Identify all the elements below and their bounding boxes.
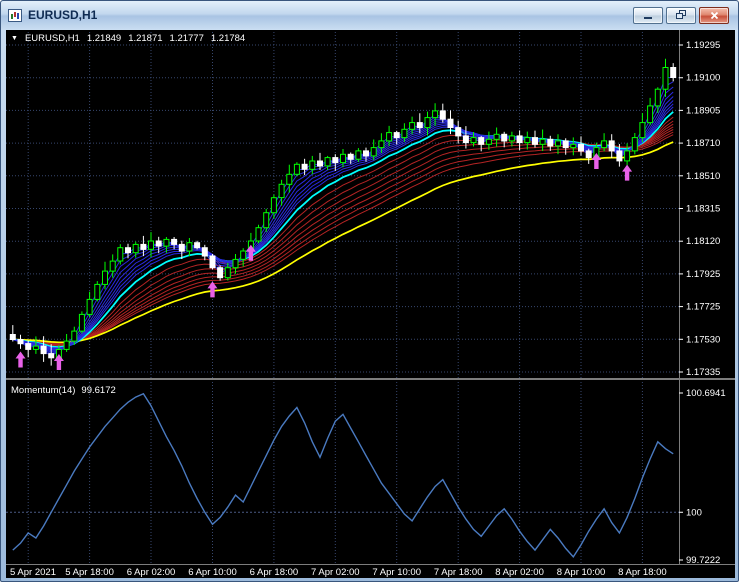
svg-text:1.19295: 1.19295 xyxy=(686,40,720,51)
momentum-name: Momentum(14) xyxy=(11,385,75,396)
svg-text:8 Apr 02:00: 8 Apr 02:00 xyxy=(495,567,544,578)
close-button[interactable] xyxy=(699,7,729,24)
restore-icon xyxy=(676,10,687,20)
svg-text:6 Apr 18:00: 6 Apr 18:00 xyxy=(250,567,299,578)
svg-text:1.18120: 1.18120 xyxy=(686,236,720,247)
momentum-value: 99.6172 xyxy=(81,385,115,396)
svg-text:1.17725: 1.17725 xyxy=(686,302,720,313)
mt4-chart-window: EURUSD,H1 1.192951.191001.189051.187101.… xyxy=(0,0,739,582)
svg-text:8 Apr 18:00: 8 Apr 18:00 xyxy=(618,567,667,578)
svg-text:1.19100: 1.19100 xyxy=(686,73,720,84)
svg-text:6 Apr 10:00: 6 Apr 10:00 xyxy=(188,567,237,578)
minimize-icon xyxy=(643,11,653,20)
svg-text:100: 100 xyxy=(686,507,702,518)
svg-text:1.18510: 1.18510 xyxy=(686,171,720,182)
svg-text:100.6941: 100.6941 xyxy=(686,388,726,399)
ohlc-marker-icon: ▼ xyxy=(11,34,18,44)
close-icon xyxy=(710,11,719,20)
ohlc-info-line: ▼ EURUSD,H1 1.21849 1.21871 1.21777 1.21… xyxy=(11,33,245,44)
minimize-button[interactable] xyxy=(633,7,663,24)
info-open: 1.21849 xyxy=(87,33,121,44)
title-bar[interactable]: EURUSD,H1 xyxy=(1,1,738,29)
pane-separator[interactable] xyxy=(6,378,735,380)
info-symbol-period: EURUSD,H1 xyxy=(25,33,80,44)
svg-text:5 Apr 2021: 5 Apr 2021 xyxy=(10,567,56,578)
svg-text:8 Apr 10:00: 8 Apr 10:00 xyxy=(557,567,606,578)
svg-text:1.17335: 1.17335 xyxy=(686,367,720,378)
svg-text:1.18710: 1.18710 xyxy=(686,138,720,149)
info-close: 1.21784 xyxy=(211,33,245,44)
time-axis[interactable]: 5 Apr 2021 5 Apr 18:00 6 Apr 02:00 6 Apr 10… xyxy=(10,567,667,578)
info-low: 1.21777 xyxy=(170,33,204,44)
chart-icon xyxy=(7,8,22,22)
window-title: EURUSD,H1 xyxy=(28,8,97,22)
svg-text:7 Apr 02:00: 7 Apr 02:00 xyxy=(311,567,360,578)
chart-client-area[interactable]: 1.19295 1.19100 1.18905 1.18710 1.18510 1.183… xyxy=(6,30,735,578)
info-high: 1.21871 xyxy=(128,33,162,44)
svg-text:5 Apr 18:00: 5 Apr 18:00 xyxy=(65,567,114,578)
svg-text:1.17530: 1.17530 xyxy=(686,334,720,345)
svg-text:1.18315: 1.18315 xyxy=(686,204,720,215)
svg-text:99.7222: 99.7222 xyxy=(686,555,720,566)
momentum-indicator-label: Momentum(14) 99.6172 xyxy=(11,385,116,396)
svg-text:1.17925: 1.17925 xyxy=(686,269,720,280)
svg-text:6 Apr 02:00: 6 Apr 02:00 xyxy=(127,567,176,578)
caption-buttons xyxy=(633,7,732,24)
svg-text:1.18905: 1.18905 xyxy=(686,105,720,116)
chart-canvas[interactable]: 1.19295 1.19100 1.18905 1.18710 1.18510 1.183… xyxy=(6,30,735,578)
svg-text:7 Apr 10:00: 7 Apr 10:00 xyxy=(372,567,421,578)
svg-text:7 Apr 18:00: 7 Apr 18:00 xyxy=(434,567,483,578)
restore-button[interactable] xyxy=(666,7,696,24)
